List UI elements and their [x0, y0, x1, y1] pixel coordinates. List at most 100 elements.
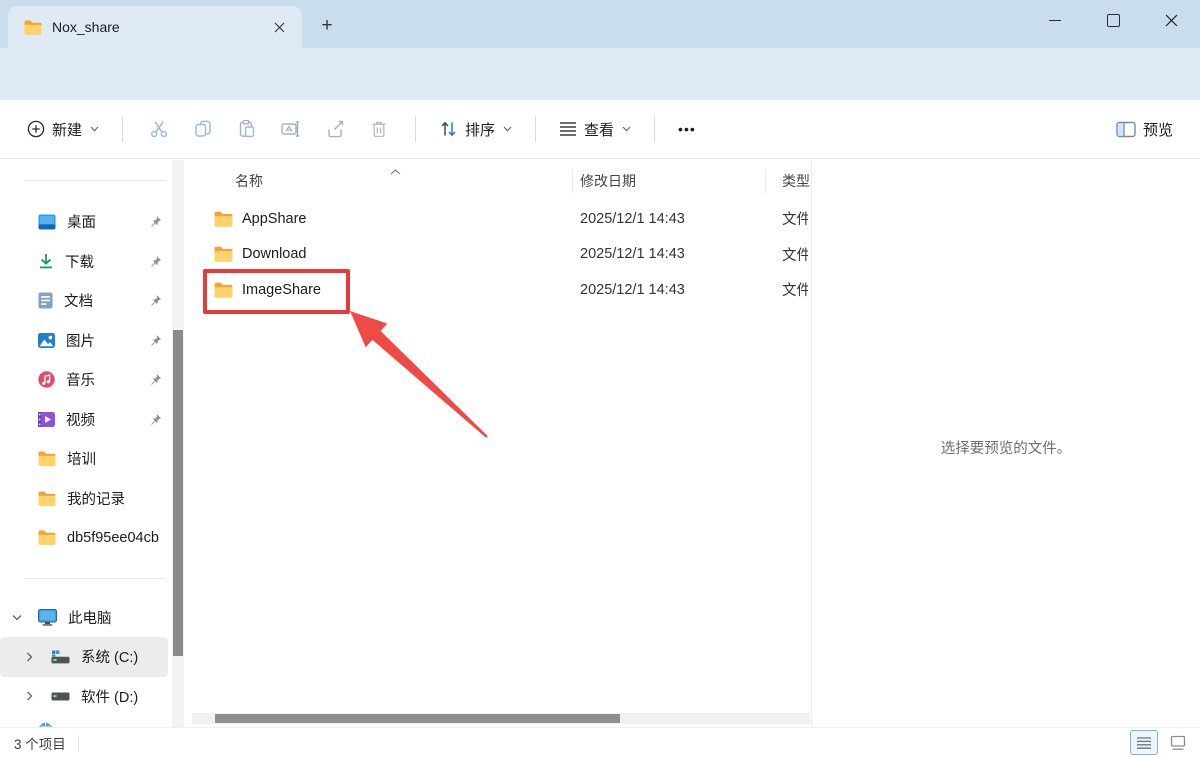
new-button-label: 新建: [52, 119, 82, 140]
pin-icon: [149, 215, 162, 228]
sidebar-item-folder-my-records[interactable]: 我的记录: [0, 479, 190, 519]
file-modified: 2025/12/1 14:43: [580, 282, 685, 298]
window-controls: [1026, 0, 1200, 48]
sidebar-item-documents[interactable]: 文档: [0, 281, 190, 321]
sidebar-item-label: 此电脑: [68, 607, 112, 628]
sidebar-item-label: 软件 (D:): [81, 686, 138, 707]
sidebar-item-label: 桌面: [67, 211, 96, 232]
column-divider[interactable]: [765, 169, 766, 193]
sidebar-item-this-pc[interactable]: 此电脑: [0, 598, 190, 638]
rename-button[interactable]: [269, 109, 313, 149]
sidebar-item-folder-db[interactable]: db5f95ee04cb: [0, 518, 190, 558]
column-header-name[interactable]: 名称: [235, 171, 263, 191]
chevron-down-icon: [503, 126, 512, 132]
paste-icon: [237, 119, 257, 139]
plus-circle-icon: [27, 120, 45, 138]
column-header-modified[interactable]: 修改日期: [580, 171, 636, 191]
close-window-button[interactable]: [1142, 0, 1200, 40]
column-divider[interactable]: [572, 169, 573, 193]
share-icon: [325, 119, 345, 139]
drive-icon: [51, 692, 70, 701]
sidebar-item-downloads[interactable]: 下载: [0, 242, 190, 282]
file-name: Download: [242, 246, 307, 262]
this-pc-icon: [38, 609, 57, 626]
folder-icon: [214, 282, 233, 298]
file-row-imageshare[interactable]: ImageShare 2025/12/1 14:43 文件夹: [192, 272, 810, 308]
sidebar-item-videos[interactable]: 视频: [0, 400, 190, 440]
sidebar-divider: [24, 180, 166, 181]
preview-toggle-button[interactable]: 预览: [1107, 111, 1182, 148]
explorer-tab[interactable]: Nox_share: [8, 6, 302, 48]
new-button[interactable]: 新建: [18, 111, 108, 148]
pin-icon: [149, 334, 162, 347]
sidebar-item-label: 培训: [67, 448, 96, 469]
new-tab-button[interactable]: +: [312, 12, 342, 40]
more-button[interactable]: •••: [669, 113, 705, 145]
delete-button[interactable]: [357, 109, 401, 149]
file-name: ImageShare: [242, 282, 321, 298]
pin-icon: [149, 373, 162, 386]
tab-close-button[interactable]: [266, 14, 292, 40]
maximize-button[interactable]: [1084, 0, 1142, 40]
pin-icon: [149, 255, 162, 268]
toolbar-divider: [535, 116, 536, 142]
videos-icon: [38, 412, 55, 427]
horizontal-scrollbar-thumb[interactable]: [215, 714, 620, 723]
toolbar-divider: [654, 116, 655, 142]
sidebar-item-drive-c[interactable]: 系统 (C:): [0, 637, 168, 677]
folder-icon: [214, 211, 233, 227]
sidebar-item-label: 系统 (C:): [81, 646, 138, 667]
view-button[interactable]: 查看: [550, 111, 640, 148]
toolbar-divider: [415, 116, 416, 142]
file-row-download[interactable]: Download 2025/12/1 14:43 文件夹: [192, 237, 810, 273]
column-header-type[interactable]: 类型: [782, 171, 810, 191]
maximize-icon: [1107, 14, 1120, 27]
folder-icon: [214, 246, 233, 262]
sidebar-item-label: 我的记录: [67, 488, 125, 509]
sidebar-item-drive-d[interactable]: 软件 (D:): [0, 677, 190, 717]
cut-button[interactable]: [137, 109, 181, 149]
folder-icon: [38, 451, 56, 466]
file-type: 文件夹: [782, 279, 808, 300]
view-list-icon: [559, 121, 577, 137]
pictures-icon: [38, 333, 55, 348]
sidebar-item-folder-training[interactable]: 培训: [0, 439, 190, 479]
cut-icon: [149, 119, 169, 139]
item-count: 3 个项目: [14, 733, 66, 753]
copy-button[interactable]: [181, 109, 225, 149]
details-view-button[interactable]: [1130, 730, 1158, 755]
copy-icon: [193, 119, 213, 139]
music-icon: [38, 371, 55, 388]
tab-title: Nox_share: [52, 19, 266, 35]
preview-empty-text: 选择要预览的文件。: [812, 437, 1200, 458]
minimize-icon: [1049, 20, 1061, 21]
chevron-down-icon[interactable]: [10, 614, 24, 621]
folder-icon: [38, 530, 56, 545]
sidebar-item-label: 文档: [64, 290, 93, 311]
minimize-button[interactable]: [1026, 0, 1084, 40]
thumbnail-view-button[interactable]: [1164, 730, 1192, 755]
sort-ascending-icon: [390, 162, 401, 178]
preview-pane-icon: [1116, 121, 1136, 138]
paste-button[interactable]: [225, 109, 269, 149]
pin-icon: [149, 413, 162, 426]
sort-button[interactable]: 排序: [430, 111, 521, 148]
share-button[interactable]: [313, 109, 357, 149]
file-explorer-window: Nox_share + ← → ↑ ·: [0, 0, 1200, 757]
sidebar-item-label: db5f95ee04cb: [67, 530, 159, 546]
sidebar-scrollbar-thumb[interactable]: [173, 330, 183, 656]
thumbnail-view-icon: [1169, 735, 1187, 751]
trash-icon: [369, 119, 389, 139]
chevron-right-icon[interactable]: [22, 652, 36, 662]
file-modified: 2025/12/1 14:43: [580, 246, 685, 262]
more-icon: •••: [678, 121, 696, 137]
file-row-appshare[interactable]: AppShare 2025/12/1 14:43 文件夹: [192, 201, 810, 237]
sidebar-item-desktop[interactable]: 桌面: [0, 202, 190, 242]
close-icon: [274, 22, 285, 33]
navigation-bar: ← → ↑ ··· 系统 (C:) 用户 admin20251030 Nox_s…: [0, 48, 1200, 100]
status-bar: 3 个项目: [0, 727, 1200, 757]
chevron-right-icon[interactable]: [22, 691, 36, 701]
sidebar-item-pictures[interactable]: 图片: [0, 321, 190, 361]
document-icon: [38, 292, 53, 309]
sidebar-item-music[interactable]: 音乐: [0, 360, 190, 400]
